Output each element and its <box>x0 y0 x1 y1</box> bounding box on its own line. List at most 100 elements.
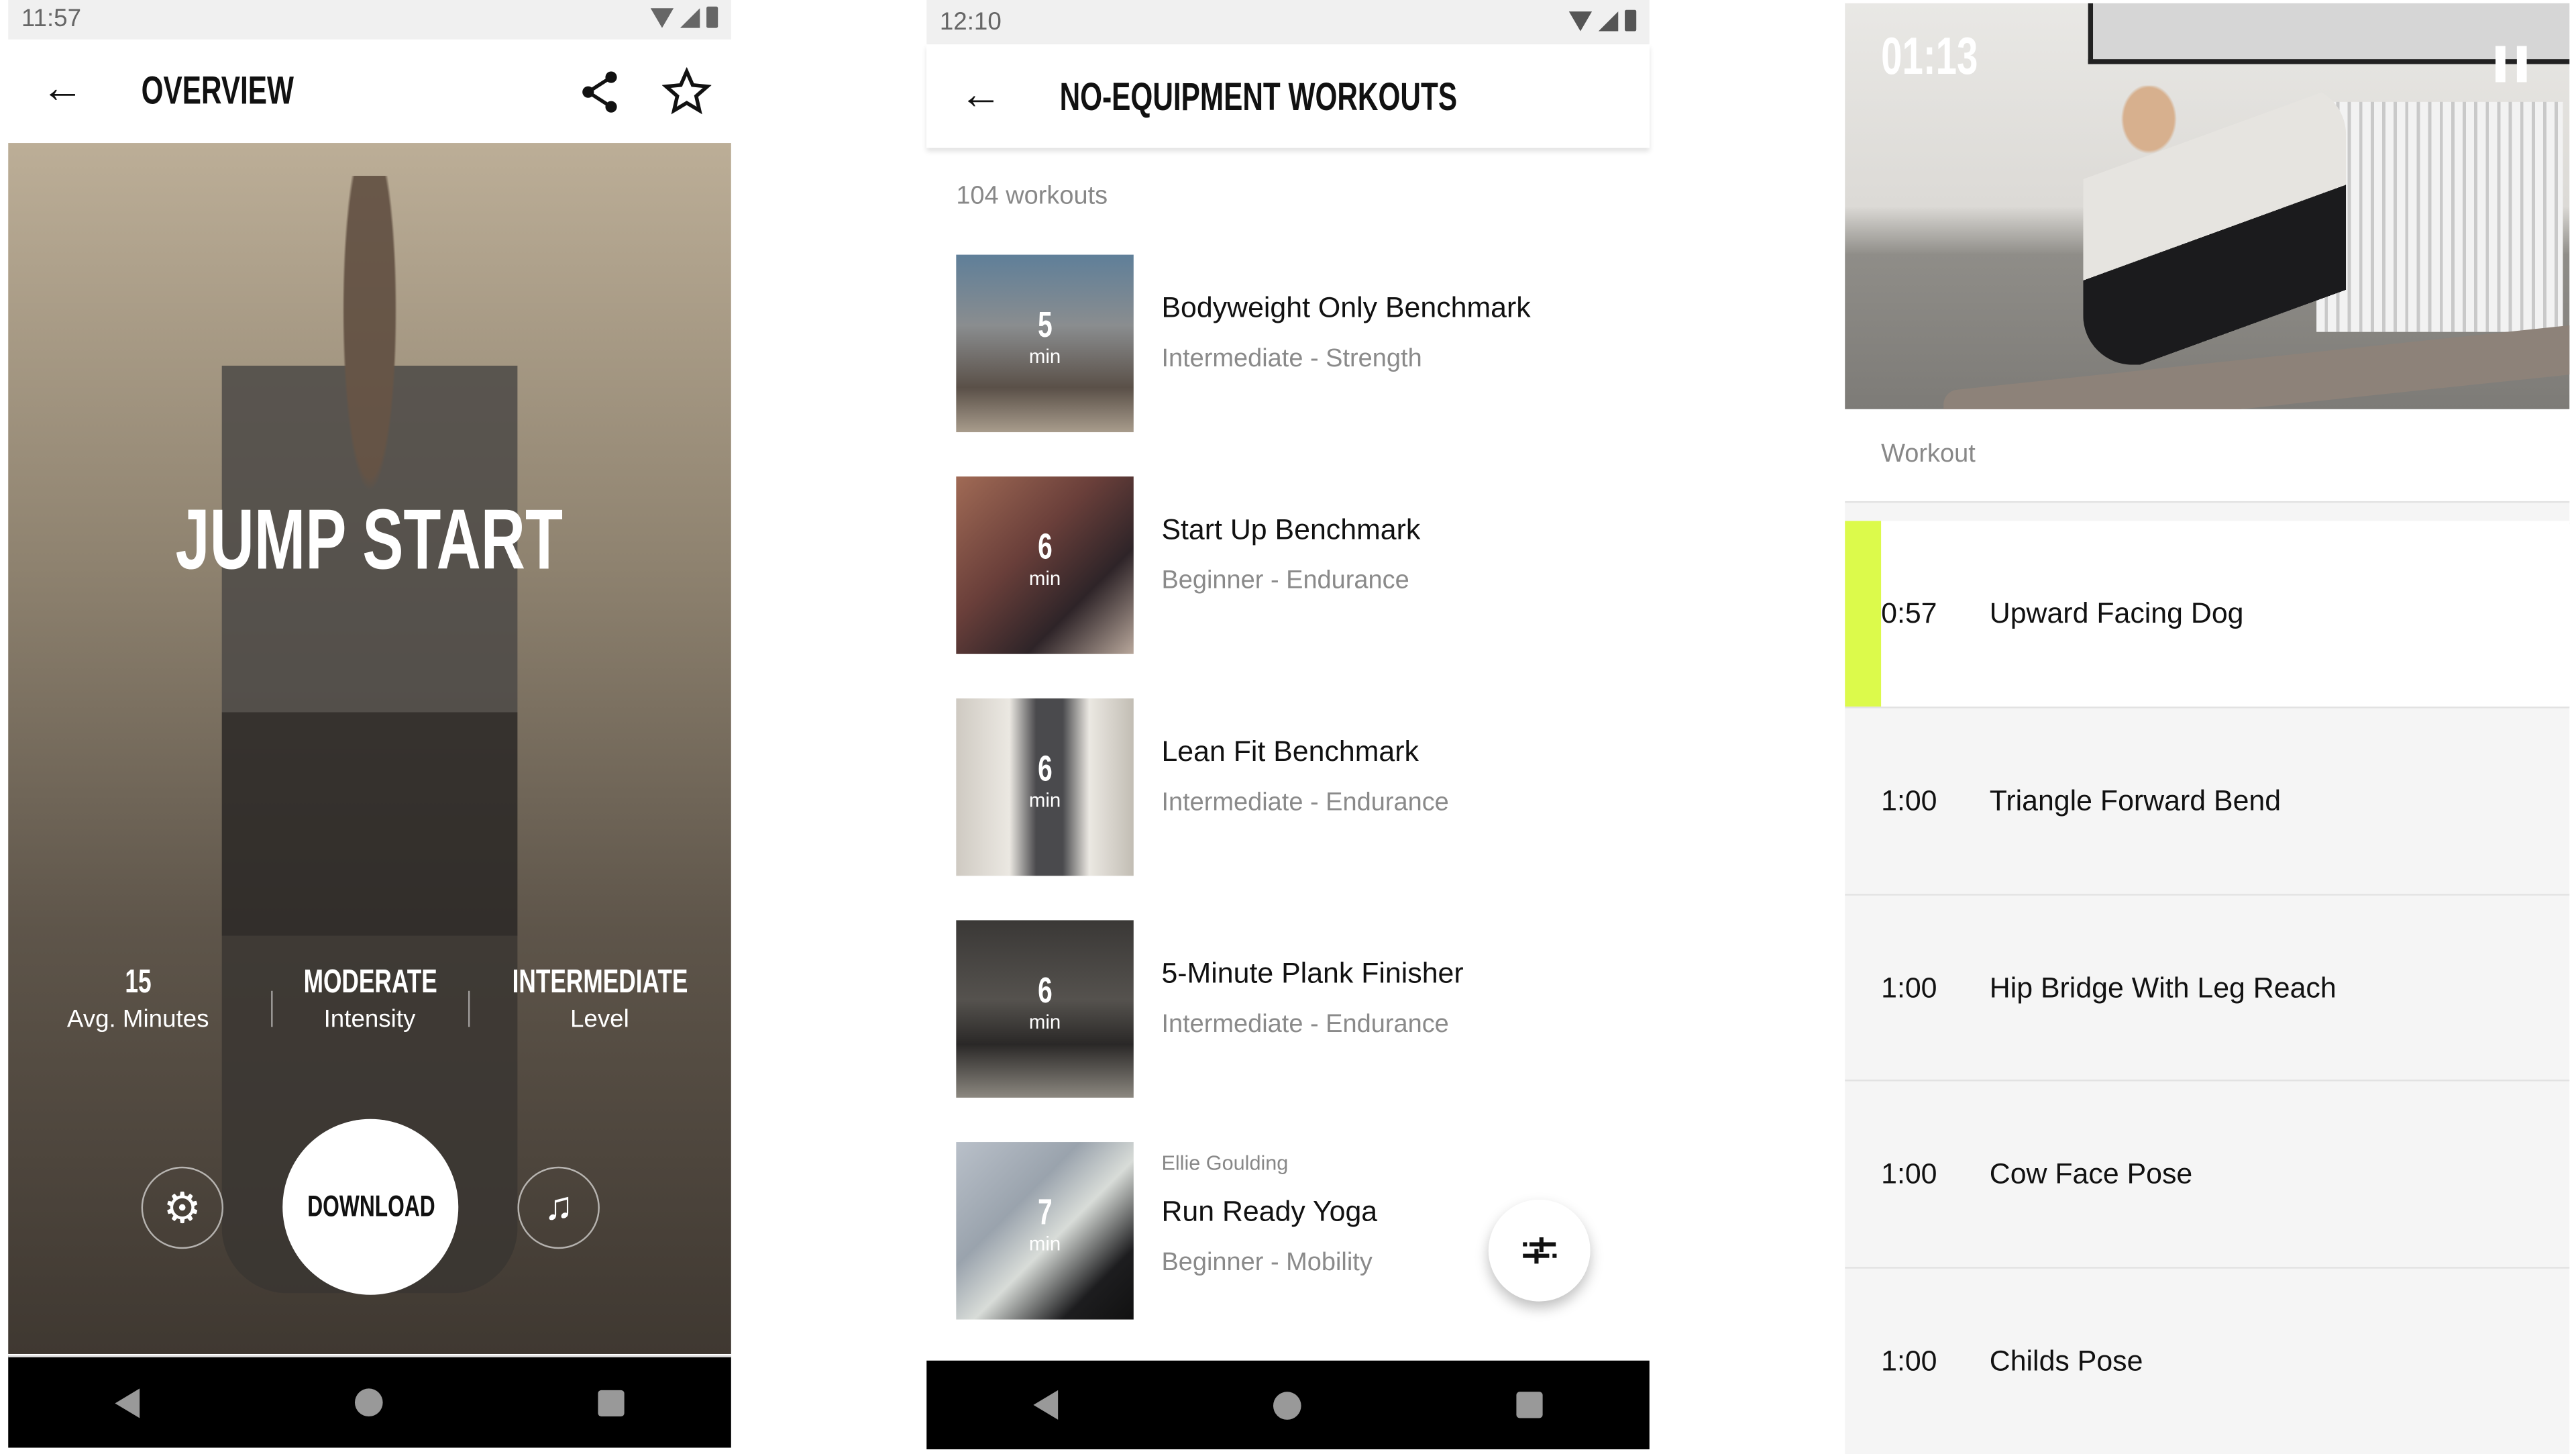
duration-unit: min <box>1028 1010 1061 1034</box>
workout-title: Lean Fit Benchmark <box>1161 734 1419 768</box>
player-screen: 01:13 Workout 0:57 Upward Facing Dog 1:0… <box>1845 0 2570 1454</box>
share-icon[interactable] <box>580 70 619 113</box>
duration-value: 7 <box>1037 1191 1053 1233</box>
pause-button[interactable] <box>2496 46 2532 86</box>
exercise-name: Hip Bridge With Leg Reach <box>1989 971 2337 1004</box>
duration-value: 6 <box>1037 969 1053 1011</box>
stat-label: Level <box>570 1005 629 1034</box>
elapsed-timer: 01:13 <box>1881 26 1978 86</box>
status-bar: 12:10 <box>926 0 1650 45</box>
list-item[interactable]: 6 min Lean Fit Benchmark Intermediate - … <box>926 698 1650 896</box>
status-time: 12:10 <box>939 8 1002 36</box>
stat-minutes: 15 Avg. Minutes <box>32 965 245 1034</box>
workouts-screen: 12:10 ← NO-EQUIPMENT WORKOUTS 104 workou… <box>926 0 1650 1450</box>
workout-subtitle: Intermediate - Endurance <box>1161 788 1449 817</box>
star-outline-icon[interactable] <box>661 67 712 116</box>
radiator <box>2316 101 2563 332</box>
status-bar: 11:57 <box>8 0 731 40</box>
nav-back-icon[interactable] <box>115 1388 140 1418</box>
workout-subtitle: Beginner - Endurance <box>1161 566 1409 595</box>
exercise-name: Cow Face Pose <box>1989 1157 2193 1190</box>
workout-thumbnail: 6 min <box>956 476 1134 654</box>
duration-value: 5 <box>1037 304 1053 346</box>
status-time: 11:57 <box>21 5 82 33</box>
exercise-time: 1:00 <box>1881 971 1937 1004</box>
workout-count: 104 workouts <box>956 182 1108 211</box>
exercise-time: 0:57 <box>1881 596 1937 629</box>
pause-icon <box>2496 46 2506 83</box>
workout-thumbnail: 6 min <box>956 698 1134 876</box>
active-indicator <box>1845 521 1882 707</box>
list-item[interactable]: 6 min 5-Minute Plank Finisher Intermedia… <box>926 920 1650 1117</box>
exercise-list: 0:57 Upward Facing Dog 1:00 Triangle For… <box>1845 521 2570 1454</box>
hero-title: JUMP START <box>176 492 564 588</box>
signal-icon <box>680 7 700 28</box>
nav-back-icon[interactable] <box>1034 1390 1059 1420</box>
workout-thumbnail: 7 min <box>956 1142 1134 1320</box>
music-note-icon: ♫ <box>543 1184 574 1229</box>
workout-list: 5 min Bodyweight Only Benchmark Intermed… <box>926 254 1650 1339</box>
workout-title: Start Up Benchmark <box>1161 513 1421 546</box>
exercise-name: Childs Pose <box>1989 1344 2143 1378</box>
download-label: DOWNLOAD <box>307 1190 435 1223</box>
battery-icon <box>1625 9 1637 32</box>
list-item[interactable]: 5 min Bodyweight Only Benchmark Intermed… <box>926 254 1650 452</box>
back-arrow-icon[interactable]: ← <box>959 69 1002 120</box>
overview-screen: 11:57 ← OVERVIEW JUMP START 15 Avg. Minu… <box>8 0 731 1448</box>
page-title: NO-EQUIPMENT WORKOUTS <box>1059 75 1458 120</box>
exercise-name: Triangle Forward Bend <box>1989 784 2282 817</box>
exercise-row[interactable]: 1:00 Triangle Forward Bend <box>1845 707 2570 894</box>
workout-subtitle: Intermediate - Endurance <box>1161 1010 1449 1039</box>
workout-thumbnail: 5 min <box>956 254 1134 433</box>
exercise-row[interactable]: 1:00 Cow Face Pose <box>1845 1079 2570 1267</box>
hero-image: JUMP START 15 Avg. Minutes MODERATE Inte… <box>8 143 731 1354</box>
exercise-time: 1:00 <box>1881 1157 1937 1190</box>
stats-row: 15 Avg. Minutes MODERATE Intensity INTER… <box>8 965 731 1057</box>
page-title: OVERVIEW <box>141 68 294 113</box>
back-arrow-icon[interactable]: ← <box>41 62 84 113</box>
list-item[interactable]: 6 min Start Up Benchmark Beginner - Endu… <box>926 476 1650 674</box>
signal-icon <box>1598 10 1619 31</box>
system-nav-bar <box>8 1355 731 1448</box>
duration-unit: min <box>1028 788 1061 812</box>
workout-thumbnail: 6 min <box>956 920 1134 1098</box>
filter-button[interactable] <box>1488 1199 1591 1302</box>
duration-unit: min <box>1028 1232 1061 1256</box>
workout-subtitle: Beginner - Mobility <box>1161 1249 1373 1277</box>
workout-title: Run Ready Yoga <box>1161 1194 1378 1228</box>
battery-icon <box>706 6 718 28</box>
download-button[interactable]: DOWNLOAD <box>282 1119 459 1295</box>
nav-home-icon[interactable] <box>1273 1391 1301 1419</box>
gear-icon: ⚙ <box>163 1183 202 1233</box>
system-nav-bar <box>926 1360 1650 1450</box>
nav-recents-icon[interactable] <box>597 1389 624 1416</box>
sliders-icon <box>1523 1237 1557 1264</box>
workout-title: 5-Minute Plank Finisher <box>1161 956 1464 990</box>
duration-value: 6 <box>1037 747 1053 789</box>
stat-intensity: MODERATE Intensity <box>255 965 485 1034</box>
stat-value: INTERMEDIATE <box>511 964 688 1001</box>
nav-home-icon[interactable] <box>354 1388 383 1417</box>
exercise-row[interactable]: 1:00 Childs Pose <box>1845 1267 2570 1454</box>
duration-value: 6 <box>1037 525 1053 567</box>
settings-button[interactable]: ⚙ <box>141 1166 224 1249</box>
music-button[interactable]: ♫ <box>517 1166 600 1249</box>
duration-unit: min <box>1028 566 1061 590</box>
exercise-name: Upward Facing Dog <box>1989 596 2244 629</box>
app-header: ← OVERVIEW <box>8 40 731 143</box>
stat-value: MODERATE <box>303 964 437 1001</box>
stat-value: 15 <box>125 964 152 1001</box>
nav-recents-icon[interactable] <box>1515 1392 1542 1418</box>
workout-video[interactable]: 01:13 <box>1845 3 2570 409</box>
athlete-figure <box>2083 85 2347 365</box>
section-label: Workout <box>1881 440 1976 468</box>
exercise-row[interactable]: 1:00 Hip Bridge With Leg Reach <box>1845 894 2570 1082</box>
exercise-row-active[interactable]: 0:57 Upward Facing Dog <box>1845 521 2570 707</box>
stat-level: INTERMEDIATE Level <box>476 965 722 1034</box>
stat-label: Avg. Minutes <box>66 1005 209 1034</box>
workout-subtitle: Intermediate - Strength <box>1161 345 1422 373</box>
duration-unit: min <box>1028 345 1061 368</box>
app-header: ← NO-EQUIPMENT WORKOUTS <box>926 44 1650 148</box>
divider <box>468 990 470 1027</box>
exercise-time: 1:00 <box>1881 784 1937 817</box>
